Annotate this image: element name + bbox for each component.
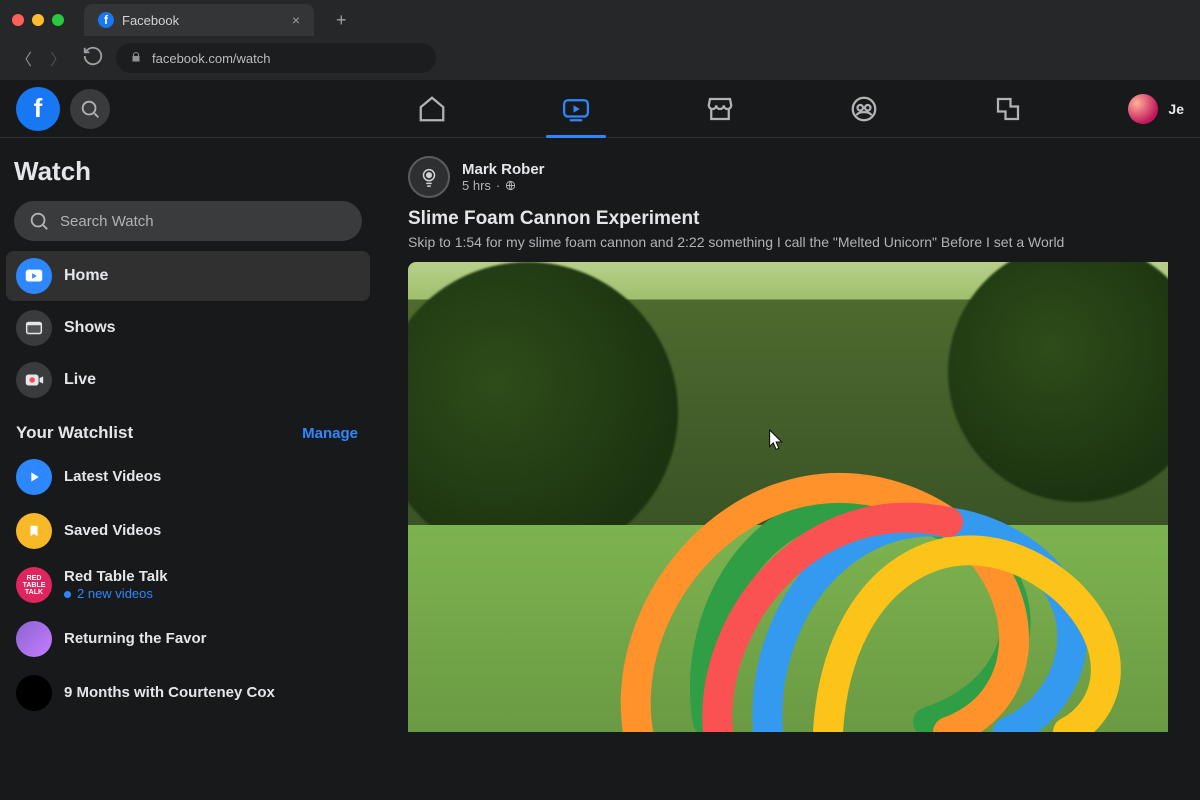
video-thumbnail-art — [408, 262, 1168, 732]
post-description: Skip to 1:54 for my slime foam cannon an… — [408, 234, 1200, 250]
forward-button[interactable]: 〉 — [48, 46, 68, 70]
post-title: Slime Foam Cannon Experiment — [408, 208, 1200, 230]
mouse-cursor-icon — [766, 428, 788, 459]
play-icon — [16, 459, 52, 495]
sidebar-item-label: Shows — [64, 319, 116, 337]
post-author-name[interactable]: Mark Rober — [462, 161, 545, 178]
back-button[interactable]: 〈 — [14, 46, 34, 70]
new-tab-button[interactable]: + — [326, 10, 357, 31]
nav-marketplace[interactable] — [680, 81, 760, 137]
watchlist-item-courteney[interactable]: 9 Months with Courteney Cox — [6, 667, 370, 719]
page-avatar-icon — [16, 621, 52, 657]
watchlist-title: Your Watchlist — [16, 423, 133, 443]
watchlist-header: Your Watchlist Manage — [6, 405, 370, 451]
sidebar: Watch Search Watch Home Shows — [0, 138, 380, 800]
app-header: f Je — [0, 80, 1200, 138]
video-post: Mark Rober 5 hrs · Slime Foam Cannon Exp… — [408, 156, 1200, 732]
post-time: 5 hrs — [462, 178, 491, 193]
post-header: Mark Rober 5 hrs · — [408, 156, 1200, 198]
post-author-avatar[interactable] — [408, 156, 450, 198]
watchlist-manage-link[interactable]: Manage — [302, 425, 358, 442]
page-title: Watch — [6, 150, 370, 201]
watchlist-item-label: Returning the Favor — [64, 630, 207, 649]
watch-home-icon — [16, 258, 52, 294]
sidebar-nav: Home Shows Live — [6, 251, 370, 405]
watchlist: Latest Videos Saved Videos REDTABLETALK … — [6, 451, 370, 719]
browser-chrome: f Facebook × + 〈 〉 facebook.com/watch — [0, 0, 1200, 80]
sidebar-item-label: Home — [64, 267, 108, 285]
watchlist-item-redtable[interactable]: REDTABLETALK Red Table Talk 2 new videos — [6, 559, 370, 611]
favicon-icon: f — [98, 12, 114, 28]
watch-search-input[interactable]: Search Watch — [14, 201, 362, 241]
sidebar-item-live[interactable]: Live — [6, 355, 370, 405]
watchlist-item-label: Saved Videos — [64, 522, 161, 541]
window-controls — [12, 14, 72, 26]
address-bar-url: facebook.com/watch — [152, 51, 271, 66]
app-root: f Je — [0, 80, 1200, 800]
watch-search-placeholder: Search Watch — [60, 213, 154, 230]
watchlist-item-label: Red Table Talk — [64, 568, 168, 587]
post-meta: 5 hrs · — [462, 178, 545, 193]
profile-avatar[interactable] — [1128, 94, 1158, 124]
lightbulb-icon — [418, 166, 440, 188]
nav-groups[interactable] — [824, 81, 904, 137]
watchlist-item-favor[interactable]: Returning the Favor — [6, 613, 370, 665]
browser-toolbar: 〈 〉 facebook.com/watch — [0, 40, 1200, 80]
watchlist-item-latest[interactable]: Latest Videos — [6, 451, 370, 503]
unread-dot-icon — [64, 591, 71, 598]
browser-tab[interactable]: f Facebook × — [84, 4, 314, 36]
page-avatar-icon: REDTABLETALK — [16, 567, 52, 603]
header-right: Je — [1064, 94, 1184, 124]
browser-tab-strip: f Facebook × + — [0, 0, 1200, 40]
tab-close-icon[interactable]: × — [292, 12, 300, 28]
watchlist-item-sub: 2 new videos — [64, 586, 168, 602]
profile-name[interactable]: Je — [1168, 101, 1184, 117]
reload-button[interactable] — [82, 45, 102, 72]
video-player[interactable] — [408, 262, 1168, 732]
search-icon — [28, 210, 50, 232]
bookmark-icon — [16, 513, 52, 549]
sidebar-item-label: Live — [64, 371, 96, 389]
window-close-icon[interactable] — [12, 14, 24, 26]
nav-gaming[interactable] — [968, 81, 1048, 137]
nav-watch[interactable] — [536, 81, 616, 137]
page-avatar-icon — [16, 675, 52, 711]
browser-tab-title: Facebook — [122, 13, 179, 28]
watchlist-item-label: 9 Months with Courteney Cox — [64, 684, 275, 703]
sidebar-item-shows[interactable]: Shows — [6, 303, 370, 353]
app-body: Watch Search Watch Home Shows — [0, 138, 1200, 800]
global-search-button[interactable] — [70, 89, 110, 129]
watchlist-item-saved[interactable]: Saved Videos — [6, 505, 370, 557]
window-maximize-icon[interactable] — [52, 14, 64, 26]
watchlist-item-label: Latest Videos — [64, 468, 161, 487]
sidebar-item-home[interactable]: Home — [6, 251, 370, 301]
nav-home[interactable] — [392, 81, 472, 137]
header-center-nav — [376, 81, 1064, 137]
shows-icon — [16, 310, 52, 346]
address-bar[interactable]: facebook.com/watch — [116, 43, 436, 73]
lock-icon — [130, 51, 142, 66]
main-feed: Mark Rober 5 hrs · Slime Foam Cannon Exp… — [380, 138, 1200, 800]
live-icon — [16, 362, 52, 398]
header-left: f — [16, 87, 376, 131]
window-minimize-icon[interactable] — [32, 14, 44, 26]
globe-icon — [505, 180, 516, 191]
facebook-logo-icon[interactable]: f — [16, 87, 60, 131]
